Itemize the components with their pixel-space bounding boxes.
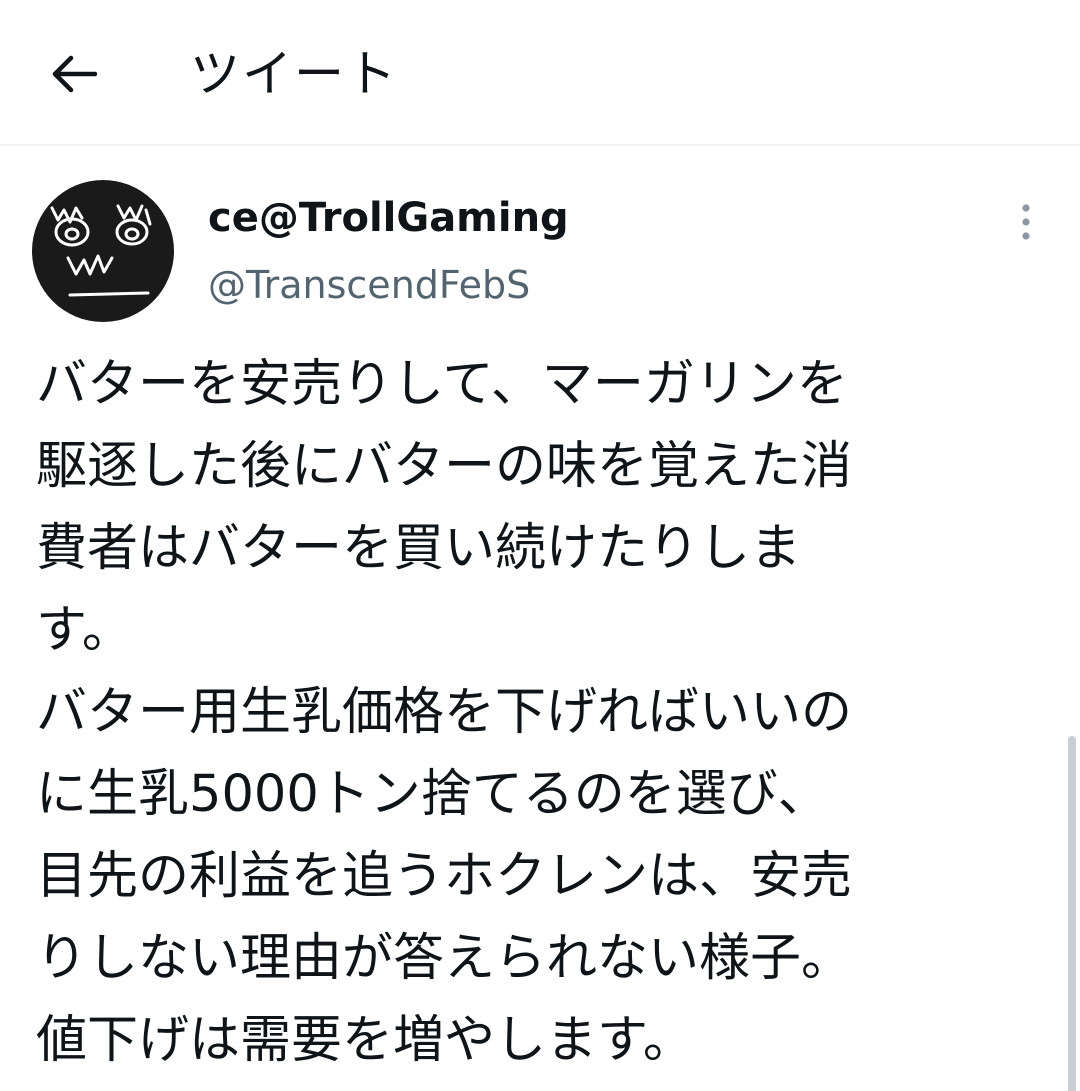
back-button[interactable] <box>44 46 104 102</box>
tweet-text-line: バター用生乳価格を下げればいいの <box>36 683 853 742</box>
tweet-text-line: 目先の利益を追うホクレンは、安売 <box>36 847 853 906</box>
arrow-left-icon <box>52 55 97 93</box>
tweet-text-line: 駆逐した後にバターの味を覚えた消 <box>36 437 853 496</box>
author-display-name[interactable]: ce@TrollGaming <box>208 192 569 244</box>
tweet-text-line: バターを安売りして、マーガリンを <box>36 355 848 414</box>
tweet-text-line: 値下げは需要を増やします。 <box>36 1011 694 1070</box>
tweet-text: バターを安売りして、マーガリンを 駆逐した後にバターの味を覚えた消 費者はバター… <box>36 344 1046 1082</box>
avatar[interactable] <box>32 180 174 322</box>
tweet-text-line: に生乳5000トン捨てるのを選び、 <box>36 765 829 824</box>
doodle-face-avatar <box>50 204 152 297</box>
more-options-button[interactable] <box>1006 198 1046 246</box>
author-handle[interactable]: @TranscendFebS <box>208 260 530 310</box>
tweet-screen: ツイート ce@TrollGaming @TranscendFebS バターを安… <box>0 0 1080 1091</box>
tweet: ce@TrollGaming @TranscendFebS バターを安売りして、… <box>0 148 1080 1091</box>
top-app-bar: ツイート <box>0 0 1080 146</box>
scrollbar[interactable] <box>1068 736 1076 1091</box>
tweet-text-line: 費者はバターを買い続けたりしま <box>36 519 802 578</box>
tweet-text-line: す。 <box>36 601 133 660</box>
tweet-text-line: りしない理由が答えられない様子。 <box>36 929 853 988</box>
page-title: ツイート <box>190 45 398 103</box>
more-vertical-icon <box>1022 204 1030 240</box>
